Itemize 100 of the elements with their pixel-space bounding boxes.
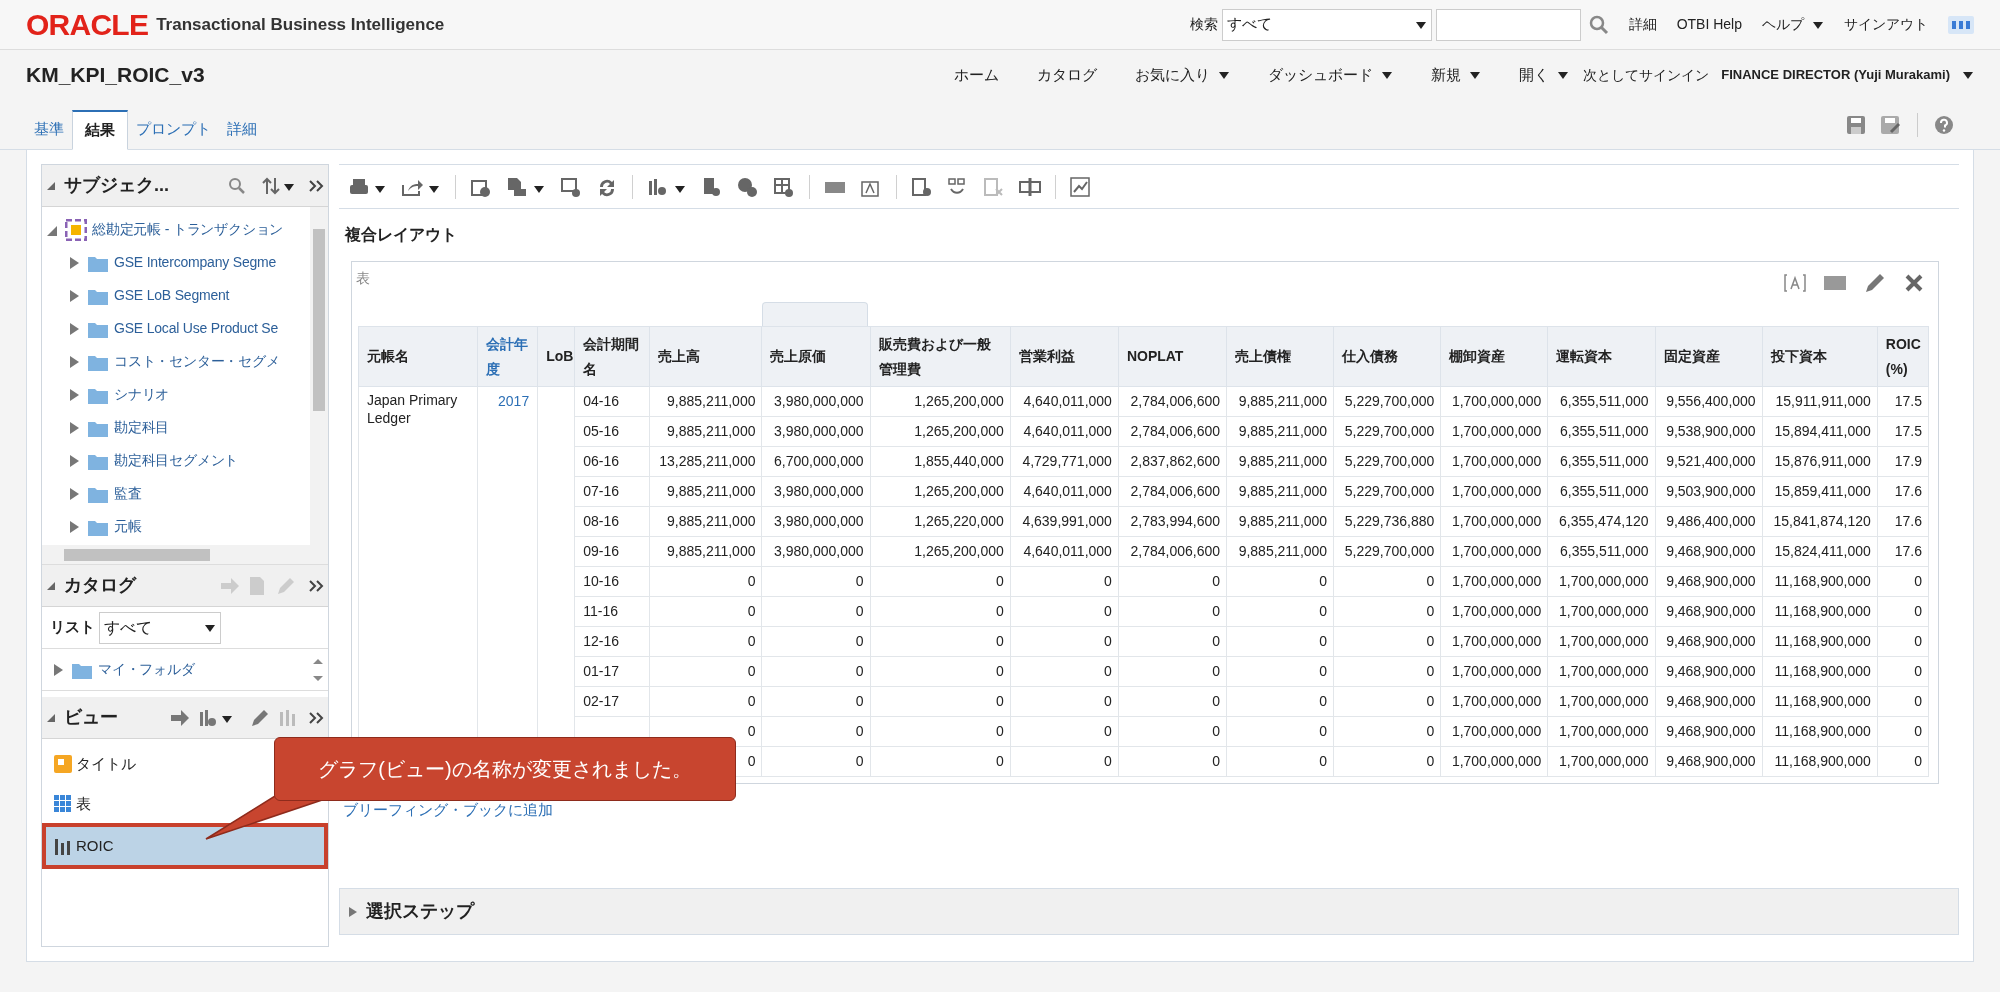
- column-header: 売上債権: [1226, 326, 1334, 387]
- column-header[interactable]: 会計年度: [477, 326, 538, 387]
- collapsed-triangle-icon[interactable]: [68, 387, 80, 402]
- table-cell: 9,468,900,000: [1655, 746, 1763, 777]
- pencil-icon[interactable]: [1864, 272, 1886, 294]
- table-cell: 0: [1010, 656, 1119, 687]
- table-cell: 0: [1877, 566, 1929, 597]
- header-link[interactable]: OTBI Help: [1676, 14, 1742, 35]
- arrow-icon[interactable]: [170, 708, 190, 727]
- collapsed-triangle-icon[interactable]: [68, 354, 80, 369]
- tree-item[interactable]: シナリオ: [114, 384, 170, 405]
- nav-link[interactable]: ダッシュボード: [1268, 63, 1394, 87]
- search-icon[interactable]: [228, 176, 246, 195]
- save-icon[interactable]: [1847, 116, 1865, 134]
- tree-item[interactable]: 勘定科目: [114, 417, 170, 438]
- nav-link[interactable]: カタログ: [1037, 63, 1098, 87]
- collapse-triangle-icon[interactable]: [46, 580, 56, 591]
- nav-link[interactable]: 開く: [1519, 63, 1570, 87]
- expand-panel-icon[interactable]: [308, 178, 324, 193]
- horizontal-scrollbar[interactable]: [42, 545, 328, 565]
- tab[interactable]: プロンプト: [128, 109, 219, 149]
- collapsed-triangle-icon[interactable]: [348, 905, 358, 918]
- add-section-icon[interactable]: [911, 176, 933, 197]
- nav-link[interactable]: 新規: [1431, 63, 1482, 87]
- collapsed-triangle-icon[interactable]: [68, 453, 80, 468]
- tree-item[interactable]: マイ・フォルダ: [98, 659, 195, 680]
- tree-item[interactable]: GSE Local Use Product Se: [114, 318, 279, 339]
- header-link[interactable]: 詳細: [1628, 14, 1657, 35]
- tree-item[interactable]: 元帳: [114, 516, 142, 537]
- user-menu[interactable]: FINANCE DIRECTOR (Yuji Murakami): [1721, 65, 1974, 85]
- header-link[interactable]: ヘルプ: [1762, 14, 1824, 35]
- header-link[interactable]: サインアウト: [1844, 14, 1928, 35]
- tab[interactable]: 基準: [26, 109, 72, 149]
- tree-item[interactable]: 監査: [114, 483, 142, 504]
- vertical-scrollbar[interactable]: [310, 207, 328, 545]
- scrollbar-thumb[interactable]: [64, 549, 210, 561]
- chart-edit-icon[interactable]: [1070, 176, 1092, 197]
- column-header: 仕入債務: [1333, 326, 1441, 387]
- split-icon[interactable]: [1019, 176, 1041, 197]
- expand-panel-icon[interactable]: [308, 710, 324, 725]
- tab[interactable]: 結果: [72, 110, 128, 150]
- drag-handle[interactable]: [762, 302, 868, 326]
- panel-title: サブジェク...: [64, 174, 169, 197]
- add-chart-icon[interactable]: [647, 176, 687, 197]
- collapsed-triangle-icon[interactable]: [68, 519, 80, 534]
- apps-icon[interactable]: [1948, 15, 1974, 34]
- format-text-icon[interactable]: [1784, 273, 1806, 293]
- tab[interactable]: 詳細: [219, 109, 265, 149]
- view-item[interactable]: タイトル: [46, 747, 144, 781]
- briefing-book-link[interactable]: ブリーフィング・ブックに追加: [343, 798, 553, 822]
- column-header: 棚卸資産: [1440, 326, 1548, 387]
- table-cell: 0: [649, 596, 762, 627]
- column-header: 投下資本: [1762, 326, 1878, 387]
- collapsed-triangle-icon[interactable]: [52, 662, 64, 677]
- printer-icon[interactable]: [347, 176, 387, 197]
- add-pie-icon[interactable]: [737, 176, 759, 197]
- table-cell: 1,700,000,000: [1440, 626, 1548, 657]
- save-as-icon[interactable]: [1881, 116, 1901, 134]
- collapsed-triangle-icon[interactable]: [68, 321, 80, 336]
- collapsed-triangle-icon[interactable]: [68, 486, 80, 501]
- help-icon[interactable]: [1934, 115, 1954, 135]
- collapse-triangle-icon[interactable]: [46, 180, 56, 191]
- view-item[interactable]: 表: [46, 787, 99, 821]
- table-cell: 1,265,200,000: [870, 386, 1011, 417]
- table-cell: 0: [1226, 716, 1334, 747]
- table-cell: 0: [1333, 626, 1441, 657]
- scrollbar-thumb[interactable]: [313, 229, 325, 411]
- search-scope-dropdown[interactable]: すべて: [1221, 8, 1432, 41]
- search-field[interactable]: [1435, 8, 1581, 41]
- collapse-triangle-icon[interactable]: [46, 712, 56, 723]
- table-cell: 17.5: [1877, 416, 1929, 447]
- table-cell[interactable]: 2017: [498, 393, 530, 409]
- search-icon[interactable]: [1588, 14, 1609, 35]
- pencil-icon[interactable]: [250, 707, 270, 728]
- tree-item[interactable]: コスト・センター・セグメ: [114, 351, 280, 372]
- title-icon: [54, 755, 72, 773]
- table-cell: 11,168,900,000: [1762, 746, 1878, 777]
- table-cell: 11,168,900,000: [1762, 596, 1878, 627]
- bar-chart-icon: [54, 837, 72, 855]
- nav-link[interactable]: ホーム: [954, 63, 1000, 87]
- tree-item[interactable]: 勘定科目セグメント: [114, 450, 239, 471]
- table-cell: 1,855,440,000: [870, 446, 1011, 477]
- tree-item[interactable]: GSE LoB Segment: [114, 285, 230, 306]
- tree-item[interactable]: GSE Intercompany Segme: [114, 252, 277, 273]
- selection-steps-bar[interactable]: 選択ステップ: [339, 888, 1959, 935]
- table-cell: 1,700,000,000: [1547, 566, 1656, 597]
- nav-link[interactable]: お気に入り: [1135, 63, 1231, 87]
- collapsed-triangle-icon[interactable]: [68, 255, 80, 270]
- add-table-icon[interactable]: [773, 176, 795, 197]
- sort-icon[interactable]: [262, 175, 296, 196]
- table-cell: 5,229,700,000: [1333, 446, 1441, 477]
- list-dropdown[interactable]: すべて: [99, 611, 221, 644]
- collapsed-triangle-icon[interactable]: [68, 288, 80, 303]
- expand-panel-icon[interactable]: [308, 578, 324, 593]
- add-document-icon[interactable]: [701, 176, 723, 197]
- table-cell: 9,503,900,000: [1655, 476, 1763, 507]
- add-chart-icon[interactable]: [198, 707, 234, 728]
- close-icon[interactable]: [1904, 273, 1924, 293]
- tree-item[interactable]: 総勘定元帳 - トランザクション: [92, 219, 284, 240]
- collapsed-triangle-icon[interactable]: [68, 420, 80, 435]
